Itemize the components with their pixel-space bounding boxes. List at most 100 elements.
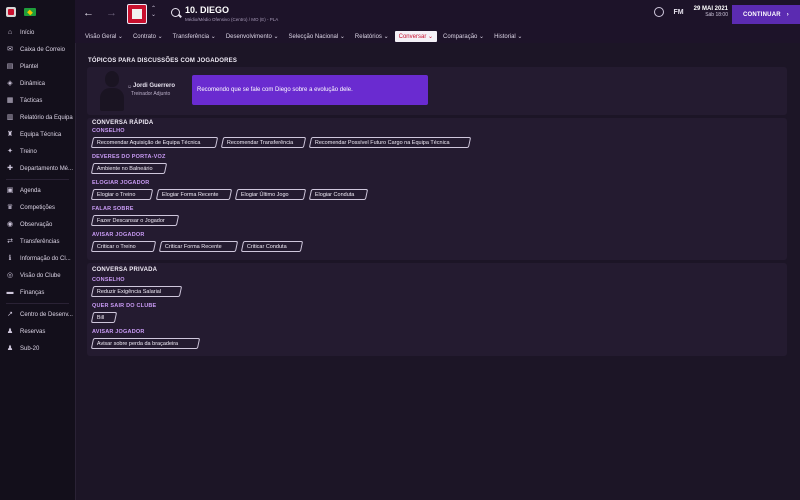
conversation-button-label: Bill (97, 314, 105, 321)
conversation-button[interactable]: Elogiar Forma Recente (155, 189, 233, 200)
conversation-button-label: Elogiar o Treino (97, 191, 136, 198)
sidebar-item-label: Tácticas (20, 97, 43, 104)
tab[interactable]: Contrato ⌄ (129, 31, 167, 42)
sidebar-item[interactable]: ▣ Agenda (0, 182, 75, 199)
chevron-right-icon: › (786, 11, 789, 18)
conversation-button-label: Ambiente no Balneário (97, 165, 153, 172)
vision-icon: ◎ (6, 271, 14, 279)
coach-name[interactable]: Jordi Guerrero (133, 83, 175, 89)
back-arrow-icon[interactable]: ← (83, 7, 94, 19)
forward-arrow-icon[interactable]: → (106, 7, 117, 19)
sidebar-item-label: Sub-20 (20, 345, 40, 352)
conversation-button[interactable]: Recomendar Transferência (220, 137, 307, 148)
sidebar-item-label: Competições (20, 204, 56, 211)
conversation-button[interactable]: Elogiar Último Jogo (234, 189, 307, 200)
date-box: 29 MAI 2021 Sáb 18:00 (694, 6, 728, 18)
search-icon[interactable] (171, 8, 180, 17)
sidebar-item-label: Dinâmica (20, 80, 46, 87)
training-icon: ✦ (7, 147, 13, 155)
conversation-button-label: Elogiar Último Jogo (241, 191, 289, 198)
coach-message: Recomendo que se fale com Diego sobre a … (192, 75, 428, 105)
finances-icon: ▬ (6, 288, 14, 296)
sidebar-item[interactable]: ▦ Tácticas (0, 92, 75, 109)
conversation-button-label: Recomendar Transferência (227, 139, 294, 146)
sidebar-item[interactable]: ▬ Finanças (0, 284, 75, 301)
conversation-button[interactable]: Reduzir Exigência Salarial (90, 286, 183, 297)
fm-logo[interactable]: FM (674, 9, 684, 16)
conversation-button[interactable]: Avisar sobre perda da braçadeira (90, 338, 201, 349)
header: ← → ⌃ ⌄ 10. DIEGO Médio/Médio Ofensivo (C… (75, 0, 800, 29)
tab[interactable]: Conversar ⌄ (394, 30, 438, 42)
conversation-button[interactable]: Elogiar o Treino (90, 189, 154, 200)
sidebar-item[interactable]: ✚ Departamento Mé... (0, 160, 75, 177)
sidebar-item[interactable]: ♟ Reservas (0, 323, 75, 340)
sidebar-item-label: Centro de Desenv... (20, 311, 73, 318)
sidebar-item[interactable]: ▤ Plantel (0, 58, 75, 75)
conversation-button[interactable]: Recomendar Aquisição de Equipa Técnica (90, 137, 219, 148)
conversation-button[interactable]: Criticar o Treino (90, 241, 157, 252)
squad-icon: ▤ (6, 62, 14, 70)
sidebar: ⌂ Início ✉ Caixa de Correio ▤ Plantel ◈ Dinâmic… (0, 0, 76, 500)
sidebar-item[interactable]: ✉ Caixa de Correio (0, 41, 75, 58)
tab[interactable]: Visão Geral ⌄ (81, 31, 127, 42)
sidebar-item[interactable]: ◎ Visão do Clube (0, 267, 75, 284)
coach-avatar (100, 71, 124, 111)
sidebar-item[interactable]: ↗ Centro de Desenv... (0, 306, 75, 323)
globe-icon[interactable] (653, 7, 664, 17)
continue-label: CONTINUAR (742, 11, 781, 18)
conversation-button-label: Fazer Descansar o Jogador (97, 217, 165, 224)
category-label: AVISAR JOGADOR (92, 329, 145, 335)
conversation-button-label: Avisar sobre perda da braçadeira (97, 340, 179, 347)
sidebar-divider (6, 179, 69, 180)
category-label: DEVERES DO PORTA-VOZ (92, 154, 166, 160)
category-label: AVISAR JOGADOR (92, 232, 145, 238)
sidebar-item-label: Plantel (20, 63, 39, 70)
discussion-title: TÓPICOS PARA DISCUSSÕES COM JOGADORES (88, 58, 238, 64)
sidebar-item[interactable]: ♜ Equipa Técnica (0, 126, 75, 143)
conversation-button[interactable]: Criticar Conduta (240, 241, 304, 252)
tab[interactable]: Comparação ⌄ (439, 31, 488, 42)
conversation-button-label: Reduzir Exigência Salarial (97, 288, 162, 295)
sidebar-item-label: Relatório da Equipa (20, 114, 73, 121)
medical-icon: ✚ (7, 164, 13, 172)
tab[interactable]: Historial ⌄ (490, 31, 526, 42)
conversation-button[interactable]: Ambiente no Balneário (90, 163, 168, 174)
club-badge-icon[interactable] (6, 7, 16, 17)
conversation-button[interactable]: Bill (90, 312, 118, 323)
nav-arrows: ← → (83, 7, 117, 19)
conversation-button-label: Recomendar Aquisição de Equipa Técnica (97, 139, 201, 146)
tab[interactable]: Selecção Nacional ⌄ (285, 31, 349, 42)
sidebar-item-label: Observação (20, 221, 53, 228)
sidebar-item[interactable]: ℹ Informação do Cl... (0, 250, 75, 267)
club-crest-icon[interactable] (127, 4, 147, 24)
sidebar-item[interactable]: ⌂ Início (0, 24, 75, 41)
sidebar-item[interactable]: ▥ Relatório da Equipa (0, 109, 75, 126)
continue-button[interactable]: CONTINUAR › (732, 5, 800, 24)
header-right: FM 29 MAI 2021 Sáb 18:00 (653, 6, 728, 18)
player-switch-icon[interactable]: ⌃ ⌄ (151, 6, 156, 18)
category-label: CONSELHO (92, 277, 125, 283)
conversation-button[interactable]: Fazer Descansar o Jogador (90, 215, 180, 226)
dynamics-icon: ◈ (7, 79, 13, 87)
sidebar-item[interactable]: ♟ Sub-20 (0, 340, 75, 357)
tab[interactable]: Transferência ⌄ (169, 31, 220, 42)
sidebar-item-label: Agenda (20, 187, 41, 194)
sidebar-item-label: Finanças (20, 289, 45, 296)
conversation-button[interactable]: Elogiar Conduta (308, 189, 369, 200)
conversation-button-label: Elogiar Forma Recente (162, 191, 219, 198)
sidebar-item[interactable]: ✦ Treino (0, 143, 75, 160)
sidebar-list: ⌂ Início ✉ Caixa de Correio ▤ Plantel ◈ Dinâmic… (0, 24, 75, 357)
tab[interactable]: Desenvolvimento ⌄ (222, 31, 283, 42)
tab[interactable]: Relatórios ⌄ (351, 31, 393, 42)
staff-icon: ♜ (6, 130, 14, 138)
sidebar-item[interactable]: ⇄ Transferências (0, 233, 75, 250)
conversation-button[interactable]: Recomendar Possível Futuro Cargo na Equi… (308, 137, 472, 148)
sidebar-item[interactable]: ◈ Dinâmica (0, 75, 75, 92)
sidebar-item[interactable]: ◉ Observação (0, 216, 75, 233)
u20-icon: ♟ (6, 344, 14, 352)
conversation-button[interactable]: Criticar Forma Recente (158, 241, 239, 252)
sidebar-item-label: Início (20, 29, 35, 36)
sidebar-item[interactable]: ♛ Competições (0, 199, 75, 216)
sidebar-item-label: Departamento Mé... (20, 165, 74, 172)
category-label: FALAR SOBRE (92, 206, 134, 212)
